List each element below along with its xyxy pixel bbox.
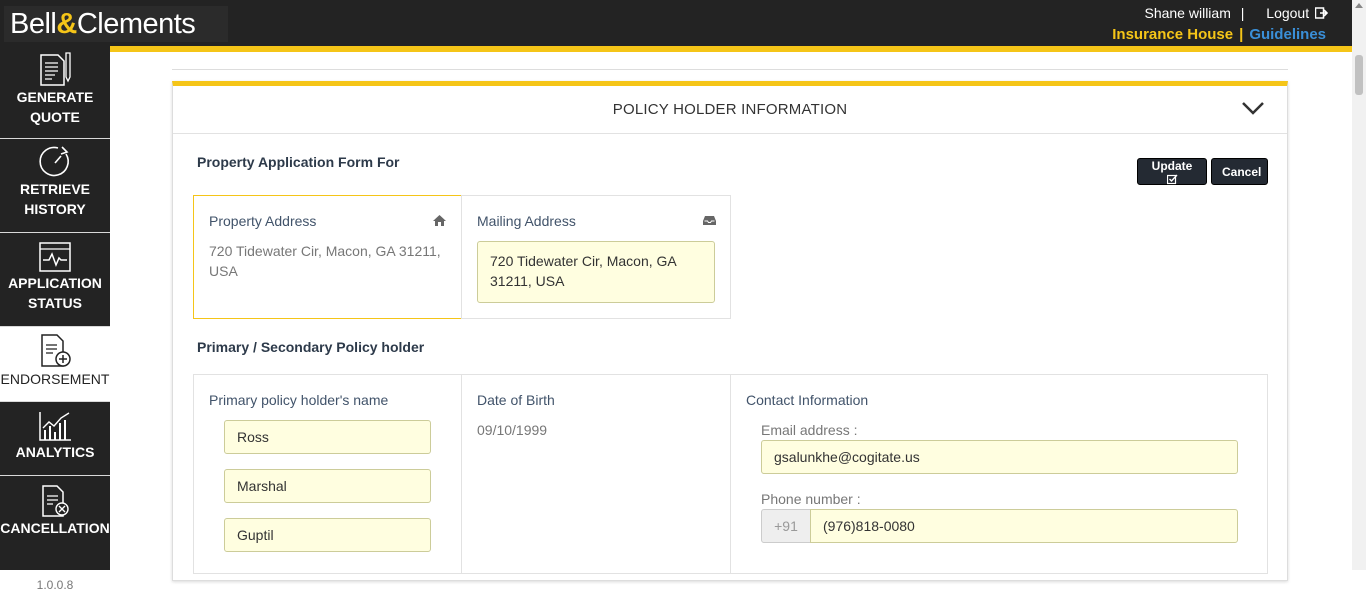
form-title: Property Application Form For bbox=[197, 154, 400, 170]
update-button[interactable]: Update bbox=[1137, 158, 1207, 185]
chevron-down-icon[interactable] bbox=[1241, 100, 1265, 116]
inbox-icon bbox=[703, 216, 716, 225]
mailing-address-field[interactable]: 720 Tidewater Cir, Macon, GA 31211, USA bbox=[477, 241, 715, 303]
header-accent-bar bbox=[110, 46, 1352, 52]
logout-link[interactable]: Logout bbox=[1260, 5, 1329, 21]
policy-holder-title: Primary / Secondary Policy holder bbox=[197, 339, 425, 355]
middle-name-input[interactable]: Marshal bbox=[224, 469, 431, 503]
sidebar-item-cancellation[interactable]: CANCELLATION bbox=[0, 476, 110, 550]
document-edit-icon bbox=[40, 52, 71, 86]
user-name: Shane william bbox=[1144, 5, 1231, 21]
sidebar-item-endorsement[interactable]: ENDORSEMENT bbox=[0, 327, 110, 402]
dob-box: Date of Birth 09/10/1999 bbox=[461, 374, 731, 574]
first-name-input[interactable]: Ross bbox=[224, 420, 431, 454]
history-clock-icon bbox=[39, 146, 69, 177]
version-label: 1.0.0.8 bbox=[36, 578, 74, 592]
last-name-input[interactable]: Guptil bbox=[224, 518, 431, 552]
document-add-icon bbox=[41, 334, 71, 367]
brand-logo[interactable]: Bell&Clements bbox=[4, 6, 228, 42]
cancel-button[interactable]: Cancel bbox=[1211, 158, 1268, 185]
property-address-label: Property Address bbox=[209, 213, 317, 229]
phone-label: Phone number : bbox=[761, 491, 861, 507]
sidebar: GENERATE QUOTE RETRIEVE HISTORY APPLICAT… bbox=[0, 46, 110, 592]
mailing-address-box: Mailing Address 720 Tidewater Cir, Macon… bbox=[461, 195, 731, 319]
sidebar-item-analytics[interactable]: ANALYTICS bbox=[0, 402, 110, 476]
link-separator: | bbox=[1239, 26, 1244, 43]
status-monitor-icon bbox=[39, 242, 71, 272]
email-label: Email address : bbox=[761, 422, 858, 438]
guidelines-link[interactable]: Guidelines bbox=[1249, 26, 1326, 43]
scroll-up-arrow-icon[interactable] bbox=[1355, 3, 1363, 8]
policy-holder-panel: POLICY HOLDER INFORMATION Property Appli… bbox=[172, 81, 1288, 581]
primary-name-box: Primary policy holder's name Ross Marsha… bbox=[193, 374, 462, 574]
contact-label: Contact Information bbox=[746, 392, 869, 408]
email-field[interactable]: gsalunkhe@cogitate.us bbox=[761, 440, 1238, 474]
header-separator: | bbox=[1240, 5, 1245, 21]
sidebar-item-retrieve-history[interactable]: RETRIEVE HISTORY bbox=[0, 139, 110, 233]
insurance-house-link[interactable]: Insurance House bbox=[1112, 26, 1233, 43]
divider bbox=[172, 69, 1288, 70]
dob-label: Date of Birth bbox=[477, 392, 555, 408]
dob-value: 09/10/1999 bbox=[477, 422, 548, 438]
property-address-value: 720 Tidewater Cir, Macon, GA 31211, USA bbox=[209, 243, 441, 279]
chart-icon bbox=[39, 412, 71, 441]
document-cancel-icon bbox=[42, 485, 69, 517]
header-links: Insurance House | Guidelines bbox=[1112, 26, 1326, 43]
phone-field[interactable]: (976)818-0080 bbox=[810, 509, 1238, 543]
primary-name-label: Primary policy holder's name bbox=[209, 392, 389, 408]
phone-prefix: +91 bbox=[761, 509, 811, 543]
contact-box: Contact Information Email address : gsal… bbox=[730, 374, 1268, 574]
checkbox-edit-icon bbox=[1166, 174, 1178, 185]
mailing-address-label: Mailing Address bbox=[477, 213, 576, 229]
top-bar: Bell&Clements Shane william | Logout Ins… bbox=[0, 0, 1352, 46]
user-line: Shane william | Logout bbox=[1138, 5, 1329, 21]
panel-title: POLICY HOLDER INFORMATION bbox=[612, 101, 848, 118]
logout-icon bbox=[1314, 7, 1329, 19]
home-icon bbox=[433, 215, 446, 226]
scroll-thumb[interactable] bbox=[1355, 55, 1363, 95]
sidebar-item-generate-quote[interactable]: GENERATE QUOTE bbox=[0, 46, 110, 139]
sidebar-item-application-status[interactable]: APPLICATION STATUS bbox=[0, 233, 110, 327]
panel-header[interactable]: POLICY HOLDER INFORMATION bbox=[173, 86, 1287, 134]
page-scrollbar[interactable] bbox=[1352, 0, 1366, 570]
property-address-box: Property Address 720 Tidewater Cir, Maco… bbox=[193, 195, 462, 319]
